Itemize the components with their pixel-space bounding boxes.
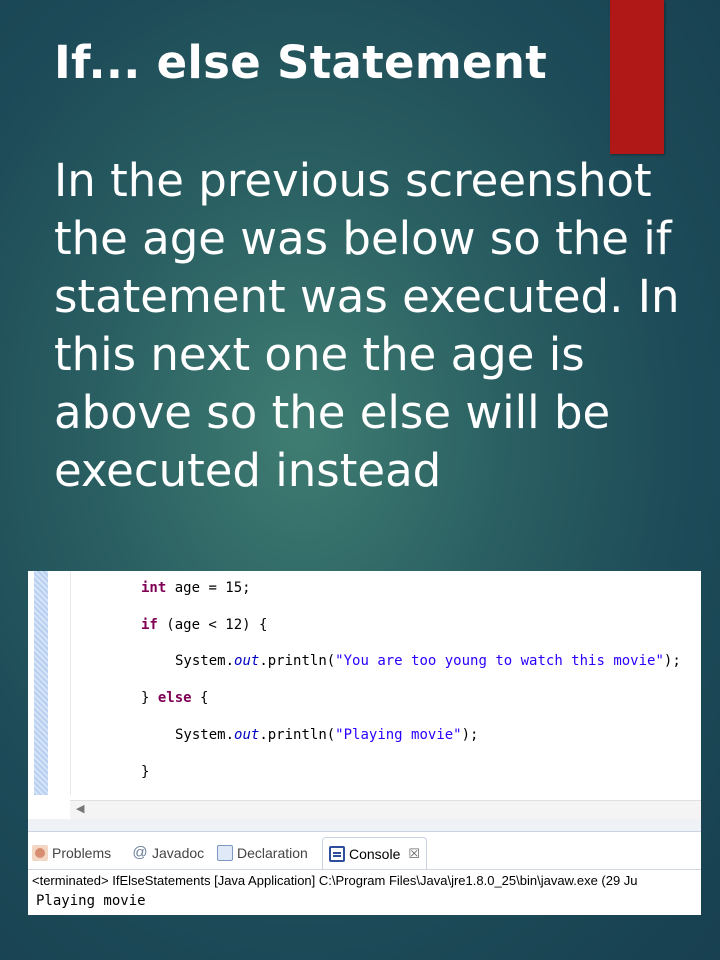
code-text: System. — [175, 653, 235, 669]
code-editor[interactable]: int age = 15; if (age < 12) { System.out… — [28, 571, 701, 799]
tab-console[interactable]: Console ☒ — [322, 837, 428, 869]
tab-label: Problems — [52, 845, 112, 861]
tab-javadoc[interactable]: @ Javadoc — [132, 840, 204, 866]
views-tab-bar: Problems @ Javadoc Declaration Console ☒ — [28, 835, 701, 870]
code-text: ); — [663, 653, 681, 669]
problems-icon — [32, 845, 48, 861]
slide-body: In the previous screenshot the age was b… — [54, 154, 680, 497]
declaration-icon — [217, 845, 233, 861]
javadoc-icon: @ — [132, 844, 148, 861]
panel-separator — [28, 819, 701, 832]
horizontal-scrollbar[interactable]: ◀ — [70, 800, 701, 819]
code-text: } — [141, 690, 158, 706]
gutter-divider — [70, 571, 71, 795]
editor-ruler — [34, 571, 48, 795]
close-tab-icon[interactable]: ☒ — [408, 846, 420, 862]
code-text: age = 15; — [166, 580, 251, 596]
tab-declaration[interactable]: Declaration — [217, 840, 308, 866]
code-line-else: } else { — [141, 690, 208, 706]
code-text: .println( — [259, 727, 336, 743]
tab-label: Javadoc — [152, 845, 205, 861]
code-text: ); — [461, 727, 479, 743]
tab-label: Console — [349, 845, 401, 862]
field-out: out — [234, 727, 260, 743]
code-text: .println( — [259, 653, 336, 669]
accent-bar — [610, 0, 664, 154]
code-line-declaration: int age = 15; — [141, 580, 251, 596]
console-icon — [329, 845, 345, 862]
console-status-line: <terminated> IfElseStatements [Java Appl… — [32, 873, 638, 888]
string-literal: "You are too young to watch this movie" — [335, 653, 664, 669]
code-line-println-playing: System.out.println("Playing movie"); — [175, 727, 478, 743]
code-text: { — [191, 690, 209, 706]
string-literal: "Playing movie" — [335, 727, 462, 743]
code-line-println-young: System.out.println("You are too young to… — [175, 653, 681, 669]
console-output: Playing movie — [36, 893, 146, 909]
keyword-if: if — [141, 617, 158, 633]
code-line-close-brace: } — [141, 764, 150, 780]
code-line-if: if (age < 12) { — [141, 617, 267, 633]
field-out: out — [234, 653, 260, 669]
tab-label: Declaration — [237, 845, 308, 861]
slide-title: If... else Statement — [54, 36, 548, 89]
tab-problems[interactable]: Problems — [32, 840, 111, 866]
code-text: System. — [175, 727, 235, 743]
eclipse-screenshot: int age = 15; if (age < 12) { System.out… — [28, 571, 701, 915]
keyword-else: else — [157, 690, 192, 706]
code-text: (age < 12) { — [157, 617, 268, 633]
keyword-int: int — [141, 580, 167, 596]
scroll-left-icon[interactable]: ◀ — [76, 802, 84, 815]
